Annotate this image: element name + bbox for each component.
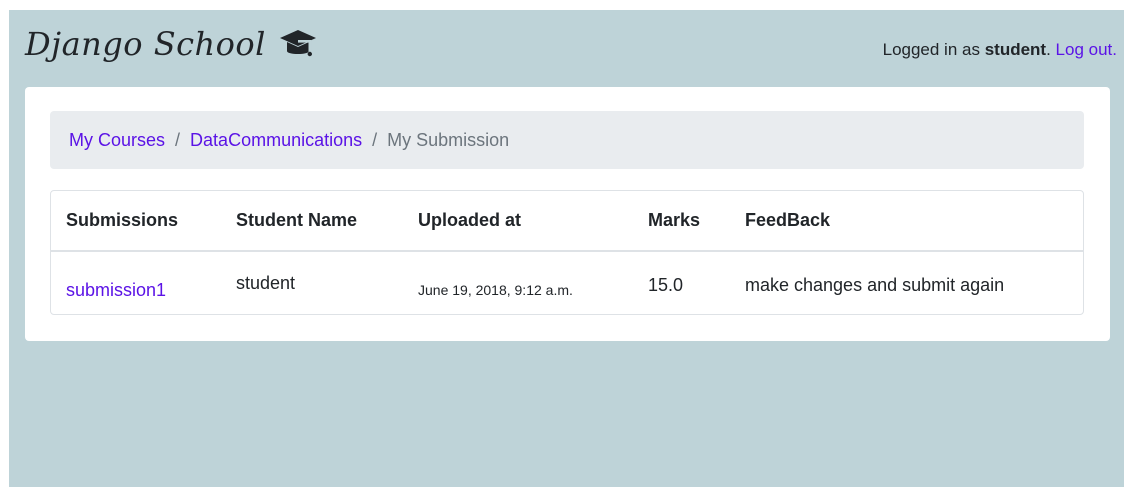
breadcrumb-separator: / [372,129,378,150]
login-status: Logged in as student. Log out. [883,40,1117,60]
page-background: Django School Logged in as student. Log … [9,10,1124,487]
column-header-submissions: Submissions [51,191,221,252]
login-prefix: Logged in as [882,40,985,59]
breadcrumb-current: My Submission [387,129,510,150]
breadcrumb: My Courses / DataCommunications / My Sub… [50,111,1084,169]
cell-feedback: make changes and submit again [745,274,1005,295]
top-navbar: Django School Logged in as student. Log … [9,10,1124,84]
username: student [984,40,1047,59]
logout-link[interactable]: Log out. [1056,40,1117,59]
brand-link[interactable]: Django School [25,16,318,72]
table-row: submission1 student June 19, 2018, 9:12 … [51,251,1083,314]
column-header-feedback: FeedBack [730,191,1083,252]
brand-title: Django School [25,25,266,63]
login-suffix: . [1046,40,1056,59]
cell-student-name: student [236,272,296,293]
breadcrumb-separator: / [175,129,181,150]
content-card: My Courses / DataCommunications / My Sub… [25,87,1110,341]
breadcrumb-course[interactable]: DataCommunications [190,130,362,151]
submission-link[interactable]: submission1 [66,280,166,300]
column-header-marks: Marks [633,191,730,252]
submissions-table: Submissions Student Name Uploaded at Mar… [50,190,1084,315]
breadcrumb-my-courses[interactable]: My Courses [69,130,165,151]
column-header-student-name: Student Name [221,191,403,252]
cell-uploaded-at: June 19, 2018, 9:12 a.m. [418,282,573,298]
table-header-row: Submissions Student Name Uploaded at Mar… [51,191,1083,252]
graduation-cap-icon [279,30,316,57]
cell-marks: 15.0 [648,274,684,295]
column-header-uploaded-at: Uploaded at [403,191,633,252]
cell-submission: submission1 [51,251,221,314]
